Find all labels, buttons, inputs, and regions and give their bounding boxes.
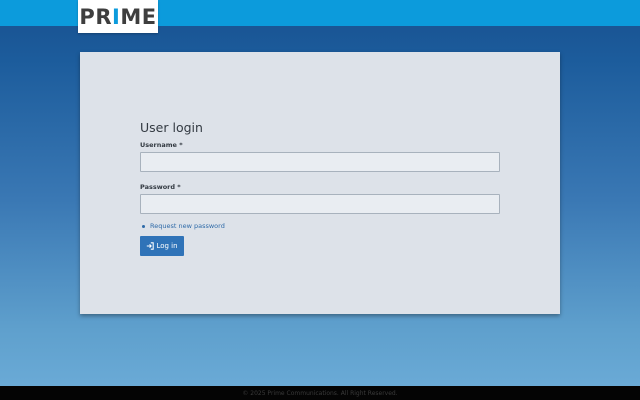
logo-text: PRIME [79,4,157,29]
page-title: User login [140,120,203,135]
log-in-button[interactable]: Log in [140,236,184,256]
footer-bar: © 2025 Prime Communications. All Right R… [0,386,640,400]
log-in-label: Log in [156,242,178,250]
prime-logo[interactable]: PRIME [78,0,158,33]
username-label: Username * [140,141,183,149]
request-new-password-link[interactable]: Request new password [142,222,500,230]
username-field[interactable] [140,152,500,172]
sign-in-icon [147,242,155,250]
user-login-form: User login Username * Password * Request… [140,120,500,256]
password-label: Password * [140,183,181,191]
form-links: Request new password [140,222,500,230]
copyright-text: © 2025 Prime Communications. All Right R… [242,389,398,397]
login-panel: User login Username * Password * Request… [80,52,560,314]
password-field[interactable] [140,194,500,214]
